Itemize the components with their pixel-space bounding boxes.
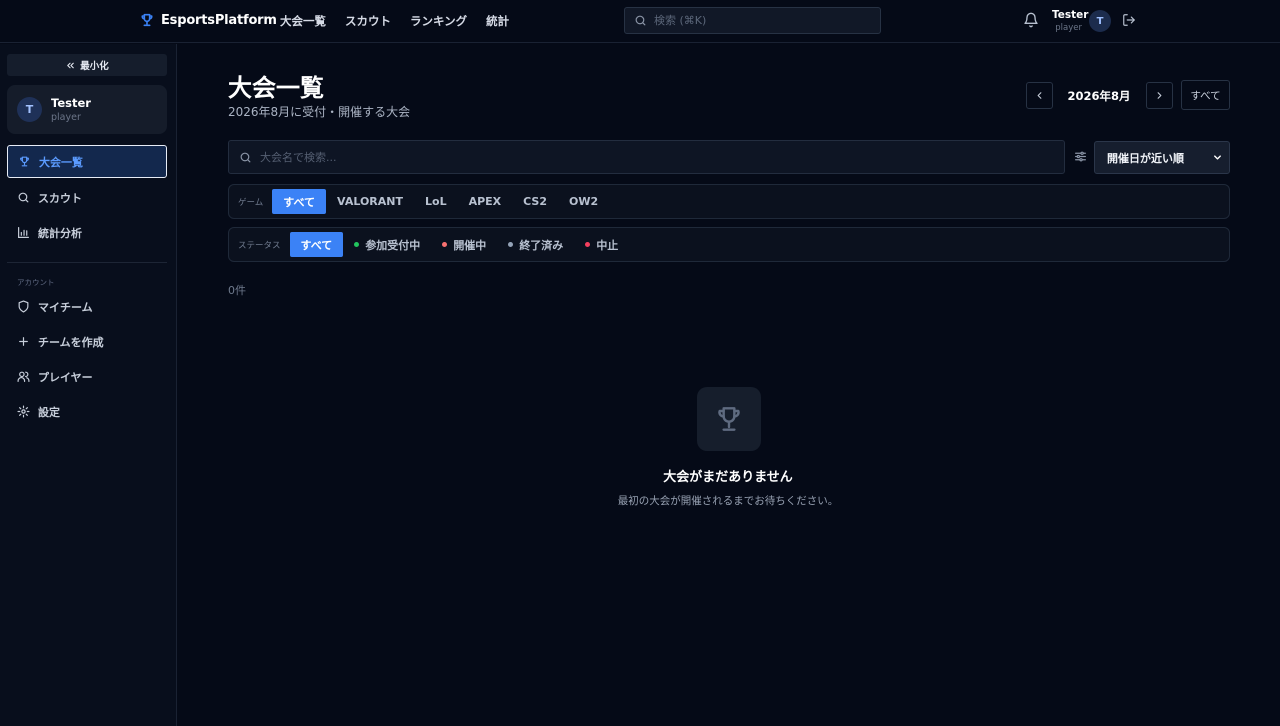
status-chip-finished[interactable]: 終了済み <box>497 232 574 257</box>
empty-state-description: 最初の大会が開催されるまでお待ちください。 <box>617 495 839 507</box>
user-role: player <box>1055 23 1082 33</box>
profile-role: player <box>51 112 81 123</box>
top-bar: EsportsPlatform 大会一覧 スカウト ランキング 統計 Teste… <box>0 0 1280 43</box>
global-search-input[interactable] <box>654 14 854 27</box>
status-dot <box>442 242 448 247</box>
chevrons-left-icon <box>65 60 76 71</box>
sidebar-item-label: スカウト <box>38 191 82 205</box>
bell-icon[interactable] <box>1023 12 1039 28</box>
status-dot <box>354 242 360 247</box>
shield-icon <box>17 300 30 313</box>
status-filter-bar: ステータス すべて 参加受付中 開催中 終了済み 中止 <box>228 227 1230 262</box>
game-filter-label: ゲーム <box>238 197 264 208</box>
status-chip-label: 中止 <box>596 238 619 252</box>
gear-icon <box>17 405 30 418</box>
user-name: Tester <box>1052 9 1089 21</box>
empty-state-title: 大会がまだありません <box>663 470 793 485</box>
sidebar-item-players[interactable]: プレイヤー <box>7 360 167 393</box>
top-nav-scout[interactable]: スカウト <box>345 13 391 29</box>
avatar[interactable]: T <box>1089 10 1111 32</box>
sidebar-item-scout[interactable]: スカウト <box>7 181 167 214</box>
top-nav: 大会一覧 スカウト ランキング 統計 <box>280 13 509 29</box>
brand-name: EsportsPlatform <box>161 12 277 28</box>
sidebar-item-my-team[interactable]: マイチーム <box>7 290 167 323</box>
sidebar-item-label: 設定 <box>38 405 60 419</box>
sidebar-item-label: 大会一覧 <box>39 155 83 169</box>
avatar: T <box>17 97 42 122</box>
sidebar-profile[interactable]: T Tester player <box>7 85 167 134</box>
chevron-left-icon <box>1034 90 1045 101</box>
top-nav-stats[interactable]: 統計 <box>486 13 509 29</box>
next-month-button[interactable] <box>1146 82 1173 109</box>
game-filter-bar: ゲーム すべて VALORANT LoL APEX CS2 OW2 <box>228 184 1230 219</box>
game-chip-all[interactable]: すべて <box>272 189 327 214</box>
status-chip-open[interactable]: 参加受付中 <box>343 232 431 257</box>
status-chip-ongoing[interactable]: 開催中 <box>431 232 497 257</box>
game-chip-valorant[interactable]: VALORANT <box>326 189 414 214</box>
minimize-button[interactable]: 最小化 <box>7 54 167 76</box>
logout-icon[interactable] <box>1122 13 1136 27</box>
sort-select[interactable]: 開催日が近い順 <box>1094 141 1230 174</box>
empty-state-icon-box <box>697 387 761 451</box>
sort-select-value: 開催日が近い順 <box>1107 151 1184 165</box>
brand-logo[interactable]: EsportsPlatform <box>139 12 277 28</box>
sidebar: 最小化 T Tester player 大会一覧 スカウト 統計分析 アカウント… <box>0 44 177 726</box>
page-subtitle: 2026年8月に受付・開催する大会 <box>228 105 411 119</box>
status-chip-label: すべて <box>300 238 333 252</box>
search-icon <box>634 14 647 27</box>
status-chip-label: 参加受付中 <box>365 238 421 252</box>
status-chip-label: 開催中 <box>453 238 487 252</box>
game-chip-lol[interactable]: LoL <box>414 189 458 214</box>
sidebar-item-label: マイチーム <box>38 300 93 314</box>
search-icon <box>17 191 30 204</box>
minimize-label: 最小化 <box>80 61 109 72</box>
status-dot <box>508 242 514 247</box>
game-chip-cs2[interactable]: CS2 <box>512 189 558 214</box>
trophy-icon <box>713 403 745 435</box>
chevron-down-icon <box>1212 152 1223 163</box>
sidebar-item-label: プレイヤー <box>38 370 93 384</box>
sidebar-section-label: アカウント <box>17 278 55 287</box>
sidebar-divider <box>7 262 167 263</box>
game-chip-ow2[interactable]: OW2 <box>558 189 609 214</box>
result-count: 0件 <box>228 284 246 297</box>
sidebar-item-stats[interactable]: 統計分析 <box>7 216 167 249</box>
page-title: 大会一覧 <box>228 74 324 102</box>
status-chip-cancelled[interactable]: 中止 <box>574 232 629 257</box>
top-nav-ranking[interactable]: ランキング <box>410 13 467 29</box>
profile-name: Tester <box>51 96 91 110</box>
status-dot <box>585 242 591 247</box>
global-search[interactable] <box>624 7 881 34</box>
trophy-icon <box>139 12 155 28</box>
sliders-icon[interactable] <box>1074 150 1087 163</box>
month-label: 2026年8月 <box>1067 89 1131 103</box>
bar-chart-icon <box>17 226 30 239</box>
sidebar-item-label: チームを作成 <box>38 335 104 349</box>
top-nav-tournaments[interactable]: 大会一覧 <box>280 13 326 29</box>
all-months-button[interactable]: すべて <box>1181 80 1230 110</box>
sidebar-item-create-team[interactable]: チームを作成 <box>7 325 167 358</box>
plus-icon <box>17 335 30 348</box>
tournament-search-input[interactable] <box>260 150 1040 164</box>
chevron-right-icon <box>1154 90 1165 101</box>
user-info[interactable]: Tester player <box>1052 9 1089 33</box>
tournament-search[interactable] <box>228 140 1065 174</box>
users-icon <box>17 370 30 383</box>
sidebar-item-label: 統計分析 <box>38 226 82 240</box>
sidebar-item-settings[interactable]: 設定 <box>7 395 167 428</box>
search-icon <box>239 151 252 164</box>
prev-month-button[interactable] <box>1026 82 1053 109</box>
sidebar-item-tournaments[interactable]: 大会一覧 <box>7 145 167 178</box>
status-chip-label: 終了済み <box>519 238 564 252</box>
trophy-icon <box>18 155 31 168</box>
game-chip-apex[interactable]: APEX <box>458 189 513 214</box>
status-chip-all[interactable]: すべて <box>289 232 344 257</box>
status-filter-label: ステータス <box>238 240 281 251</box>
